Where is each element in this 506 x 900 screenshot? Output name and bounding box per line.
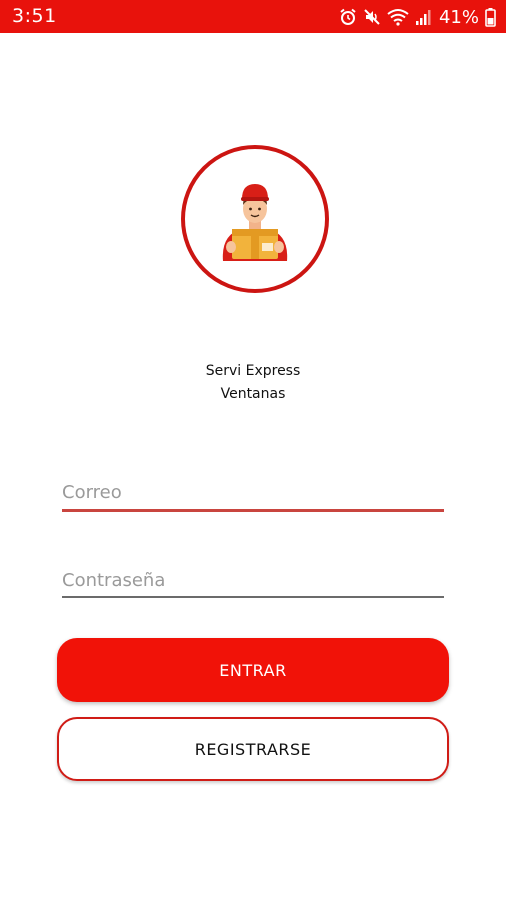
mute-icon (363, 8, 381, 26)
email-input[interactable] (62, 474, 444, 510)
status-icons: 41% (339, 6, 496, 28)
brand-name: Servi Express (205, 363, 301, 379)
alarm-icon (339, 8, 357, 26)
password-input[interactable] (62, 562, 444, 598)
delivery-person-icon (222, 184, 288, 261)
logo (181, 145, 329, 293)
password-underline (62, 596, 444, 598)
brand-subtitle: Ventanas (220, 386, 286, 402)
battery-icon (485, 7, 496, 27)
battery-percent: 41% (438, 6, 479, 28)
status-time: 3:51 (12, 5, 57, 27)
login-button[interactable]: ENTRAR (57, 638, 449, 702)
email-underline (62, 509, 444, 512)
register-button[interactable]: REGISTRARSE (57, 717, 449, 781)
login-screen: 3:51 41% Servi Express Ventanas Correo E… (0, 0, 506, 900)
email-field (62, 474, 444, 514)
signal-icon (415, 8, 431, 26)
password-field (62, 562, 444, 602)
wifi-icon (387, 8, 409, 26)
status-bar: 3:51 41% (0, 0, 506, 33)
